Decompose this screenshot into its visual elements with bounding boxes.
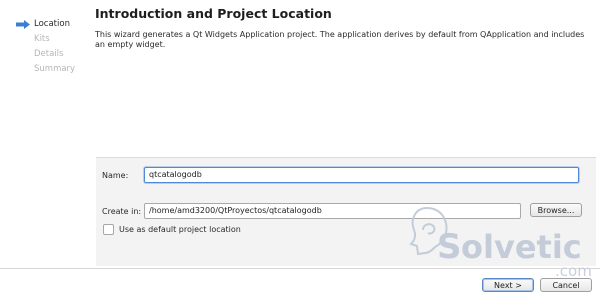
- create-in-label: Create in:: [102, 207, 142, 216]
- step-summary: Summary: [34, 64, 76, 74]
- cancel-button[interactable]: Cancel: [540, 278, 592, 292]
- step-details: Details: [34, 49, 64, 59]
- create-in-path-input[interactable]: [144, 203, 521, 219]
- page-description: This wizard generates a Qt Widgets Appli…: [95, 30, 585, 49]
- default-location-checkbox[interactable]: [103, 224, 114, 235]
- project-name-input[interactable]: [144, 167, 579, 183]
- next-button[interactable]: Next >: [482, 278, 534, 292]
- step-kits: Kits: [34, 34, 50, 44]
- new-project-wizard: Location Kits Details Summary Introducti…: [0, 0, 600, 300]
- button-bar-separator: [0, 268, 600, 269]
- project-location-panel: Name: Create in: Browse... Use as defaul…: [96, 157, 596, 266]
- default-location-label: Use as default project location: [119, 225, 241, 234]
- current-step-arrow-icon: [16, 20, 30, 29]
- wizard-steps-sidebar: Location Kits Details Summary: [0, 0, 88, 268]
- wizard-page: Introduction and Project Location This w…: [88, 0, 600, 268]
- name-label: Name:: [102, 171, 129, 180]
- step-location: Location: [34, 19, 70, 29]
- browse-button[interactable]: Browse...: [530, 203, 582, 217]
- page-title: Introduction and Project Location: [95, 6, 332, 21]
